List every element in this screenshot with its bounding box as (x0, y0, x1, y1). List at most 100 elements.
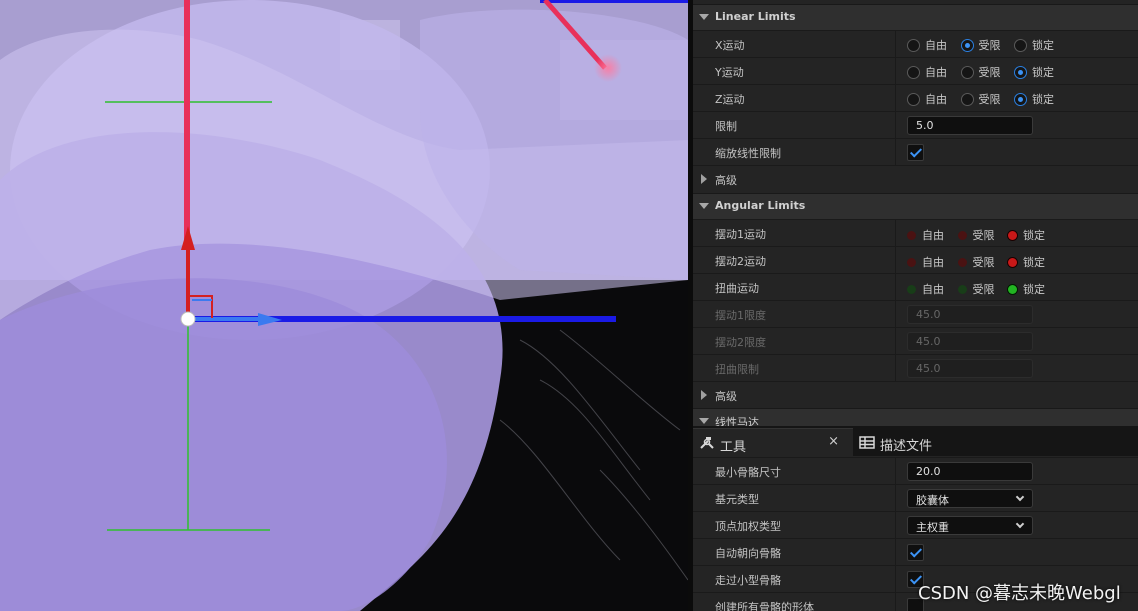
category-title: Linear Limits (715, 10, 796, 23)
constraint-pink-glow (594, 54, 622, 82)
column-divider (895, 566, 896, 593)
collapse-arrow-icon (701, 390, 707, 400)
property-label: 摆动1限度 (715, 309, 766, 322)
swing1-limit-input[interactable]: 45.0 (907, 305, 1033, 324)
swing2-limit-input[interactable]: 45.0 (907, 332, 1033, 351)
radio-dot-icon (1014, 39, 1027, 52)
watermark: CSDN @暮志未晚Webgl (918, 583, 1121, 604)
radio-free[interactable]: 自由 (907, 91, 947, 107)
limit-input[interactable]: 5.0 (907, 116, 1033, 135)
radio-dot-icon (1014, 66, 1027, 79)
radio-dot-icon (957, 285, 967, 294)
tab-tools[interactable]: 工具 × (693, 428, 853, 456)
property-label: 摆动2限度 (715, 336, 766, 349)
radio-limited[interactable]: 受限 (960, 37, 1001, 53)
twist-motion-radio-group: 自由 受限 锁定 (907, 281, 1055, 297)
row-z-motion: Z运动 自由 受限 锁定 (693, 84, 1138, 112)
row-advanced-linear[interactable]: 高级 (693, 165, 1138, 192)
column-divider (895, 512, 896, 539)
column-divider (895, 301, 896, 328)
radio-free[interactable]: 自由 (907, 281, 944, 297)
radio-dot-icon (1008, 231, 1017, 240)
property-label: 限制 (715, 120, 737, 133)
radio-limited[interactable]: 受限 (957, 281, 995, 297)
category-linear-motor[interactable]: 线性马达 (693, 408, 1138, 426)
column-divider (895, 247, 896, 274)
property-label: 自动朝向骨骼 (715, 547, 781, 560)
property-label: 基元类型 (715, 493, 759, 506)
physics-body-capsule-front (0, 278, 447, 611)
gizmo-pivot (180, 311, 196, 327)
radio-limited[interactable]: 受限 (960, 64, 1001, 80)
primitive-type-dropdown[interactable]: 胶囊体 (907, 489, 1033, 508)
column-divider (895, 220, 896, 247)
radio-dot-icon (907, 39, 920, 52)
row-x-motion: X运动 自由 受限 锁定 (693, 30, 1138, 58)
property-label: 摆动2运动 (715, 255, 766, 268)
swing1-motion-radio-group: 自由 受限 锁定 (907, 227, 1055, 243)
property-label: X运动 (715, 39, 745, 52)
category-title: 线性马达 (715, 416, 759, 426)
column-divider (895, 58, 896, 85)
property-label: 最小骨骼尺寸 (715, 466, 781, 479)
row-swing2-limit: 摆动2限度 45.0 (693, 327, 1138, 355)
column-divider (895, 139, 896, 166)
tab-label: 工具 (720, 440, 747, 455)
radio-dot-icon (907, 93, 920, 106)
row-vertex-weight-type: 顶点加权类型 主权重 (693, 511, 1138, 539)
radio-dot-icon (960, 39, 974, 52)
z-motion-radio-group: 自由 受限 锁定 (907, 91, 1064, 107)
advanced-label: 高级 (715, 390, 737, 403)
radio-dot-icon (1008, 258, 1017, 267)
min-bone-size-input[interactable]: 20.0 (907, 462, 1033, 481)
radio-free[interactable]: 自由 (907, 37, 947, 53)
radio-dot-icon (907, 231, 916, 240)
radio-limited[interactable]: 受限 (957, 254, 995, 270)
radio-dot-icon (960, 66, 974, 79)
scale-linear-limits-checkbox[interactable] (907, 144, 924, 161)
row-limit: 限制 5.0 (693, 111, 1138, 139)
radio-limited[interactable]: 受限 (957, 227, 995, 243)
radio-free[interactable]: 自由 (907, 64, 947, 80)
radio-locked[interactable]: 锁定 (1008, 227, 1045, 243)
tab-profile[interactable]: 描述文件 (853, 428, 983, 456)
tab-label: 描述文件 (880, 439, 933, 454)
viewport-scene (0, 0, 688, 611)
hammer-wrench-icon (700, 437, 714, 449)
radio-locked[interactable]: 锁定 (1014, 37, 1054, 53)
property-label: Z运动 (715, 93, 745, 106)
column-divider (895, 485, 896, 512)
category-angular-limits[interactable]: Angular Limits (693, 193, 1138, 219)
row-auto-orient: 自动朝向骨骼 (693, 538, 1138, 566)
row-y-motion: Y运动 自由 受限 锁定 (693, 57, 1138, 85)
category-linear-limits[interactable]: Linear Limits (693, 4, 1138, 30)
radio-locked[interactable]: 锁定 (1008, 254, 1045, 270)
row-swing1-motion: 摆动1运动 自由 受限 锁定 (693, 219, 1138, 247)
twist-limit-input[interactable]: 45.0 (907, 359, 1033, 378)
details-panel: Linear Limits X运动 自由 受限 锁定 Y运动 自由 受限 锁定 … (693, 0, 1138, 426)
radio-dot-icon (957, 231, 967, 240)
vertex-weight-type-dropdown[interactable]: 主权重 (907, 516, 1033, 535)
close-icon[interactable]: × (828, 434, 839, 449)
radio-locked[interactable]: 锁定 (1008, 281, 1045, 297)
row-scale-linear-limits: 缩放线性限制 (693, 138, 1138, 166)
advanced-label: 高级 (715, 174, 737, 187)
expand-arrow-icon (699, 14, 709, 20)
row-advanced-angular[interactable]: 高级 (693, 381, 1138, 408)
column-divider (895, 85, 896, 112)
chevron-down-icon (1015, 492, 1025, 502)
radio-locked[interactable]: 锁定 (1014, 91, 1054, 107)
row-swing1-limit: 摆动1限度 45.0 (693, 300, 1138, 328)
row-swing2-motion: 摆动2运动 自由 受限 锁定 (693, 246, 1138, 274)
radio-free[interactable]: 自由 (907, 227, 944, 243)
property-label: Y运动 (715, 66, 744, 79)
radio-free[interactable]: 自由 (907, 254, 944, 270)
x-motion-radio-group: 自由 受限 锁定 (907, 37, 1064, 53)
column-divider (895, 593, 896, 611)
column-divider (895, 31, 896, 58)
radio-limited[interactable]: 受限 (960, 91, 1001, 107)
column-divider (895, 458, 896, 485)
auto-orient-checkbox[interactable] (907, 544, 924, 561)
3d-viewport[interactable] (0, 0, 688, 611)
radio-locked[interactable]: 锁定 (1014, 64, 1054, 80)
